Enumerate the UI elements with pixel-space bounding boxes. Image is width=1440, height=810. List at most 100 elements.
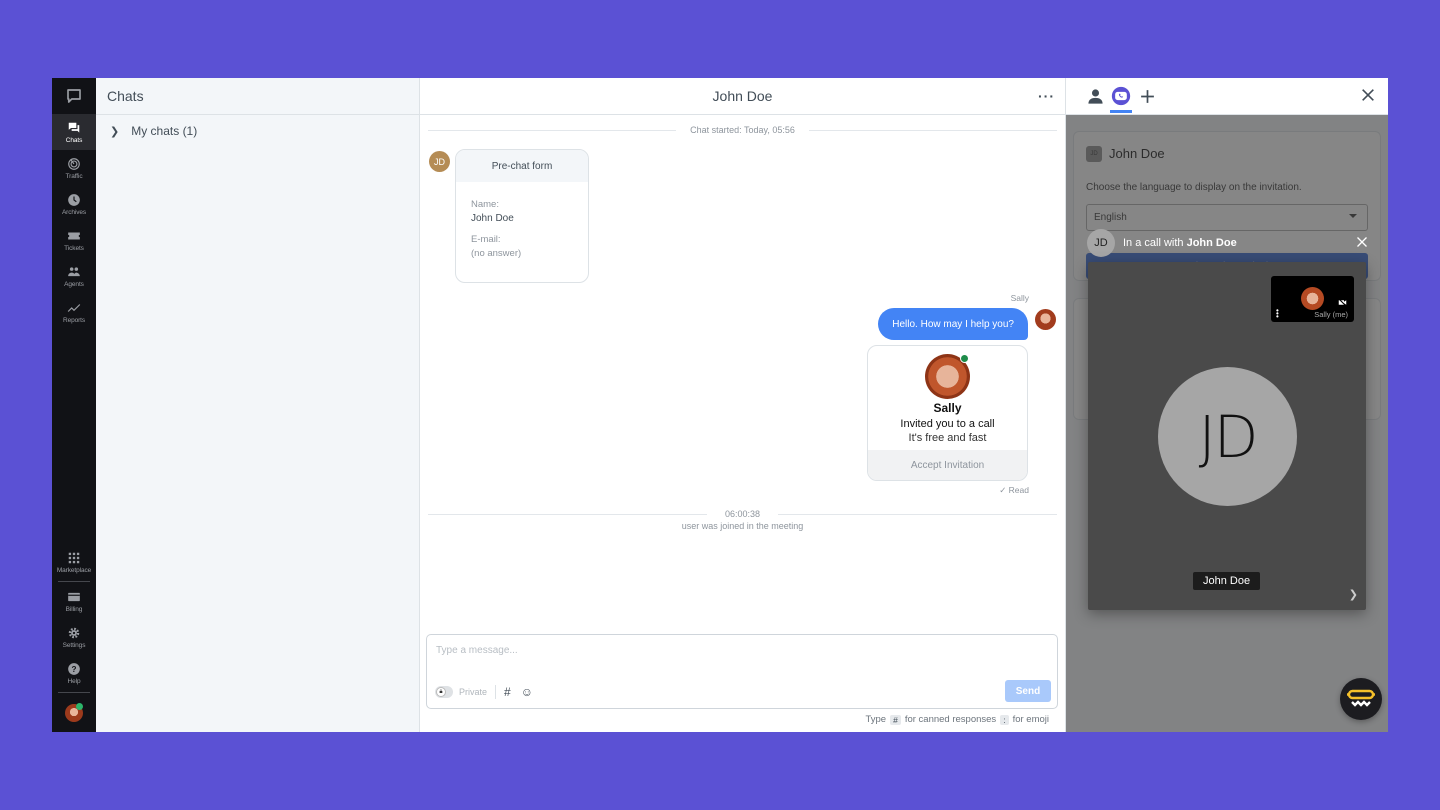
nav-label: Help: [67, 677, 81, 685]
widget-launcher-button[interactable]: [1340, 678, 1382, 720]
nav-item-tickets[interactable]: Tickets: [52, 222, 96, 258]
more-options-icon[interactable]: ···: [1038, 88, 1055, 104]
nav-item-billing[interactable]: Billing: [52, 583, 96, 619]
my-chats-label: My chats (1): [131, 124, 198, 138]
hotdog-logo-icon: [1347, 689, 1375, 707]
remote-participant-name: John Doe: [1193, 572, 1261, 590]
visitor-avatar: JD: [429, 151, 450, 172]
tab-add-app[interactable]: [1136, 85, 1158, 107]
chart-line-icon: [67, 303, 81, 312]
plus-icon: [1140, 89, 1154, 103]
chat-title: John Doe: [712, 88, 773, 104]
hash-icon[interactable]: #: [504, 685, 511, 699]
message-input[interactable]: Type a message...: [436, 645, 518, 656]
nav-item-agents[interactable]: Agents: [52, 258, 96, 294]
hint-text: for canned responses: [904, 714, 997, 725]
nav-label: Chats: [65, 136, 83, 144]
call-prefix: In a call with: [1123, 237, 1184, 249]
caller-avatar: JD: [1087, 229, 1115, 257]
remote-participant-avatar: JD: [1158, 367, 1297, 506]
chat-started-text: Chat started: Today, 05:56: [690, 125, 795, 135]
online-status-dot: [76, 703, 83, 710]
email-label: E-mail:: [471, 234, 501, 245]
hint-text: Type: [865, 714, 887, 725]
self-video-tile: • • • Sally (me): [1271, 276, 1354, 322]
nav-item-settings[interactable]: Settings: [52, 619, 96, 655]
accept-invitation-button[interactable]: Accept Invitation: [868, 450, 1027, 480]
name-label: Name:: [471, 199, 499, 210]
nav-label: Agents: [64, 280, 84, 288]
end-call-close-button[interactable]: [1356, 235, 1368, 253]
nav-bottom: Marketplace Billing Settings ? Help: [52, 544, 96, 732]
invite-text: Invited you to a call: [900, 418, 995, 430]
agents-icon: [68, 266, 80, 276]
person-icon: [1087, 88, 1103, 104]
nav-label: Tickets: [64, 244, 84, 252]
chats-icon: [68, 122, 80, 133]
nav-item-traffic[interactable]: Traffic: [52, 150, 96, 186]
email-value: (no answer): [471, 248, 522, 259]
nav-item-marketplace[interactable]: Marketplace: [52, 544, 96, 580]
close-icon: [1362, 89, 1374, 101]
self-label: Sally (me): [1314, 310, 1348, 319]
question-icon: ?: [68, 662, 80, 675]
ticket-icon: [68, 232, 80, 239]
chat-area: John Doe ··· Chat started: Today, 05:56 …: [420, 78, 1066, 732]
prechat-title: Pre-chat form: [456, 150, 588, 182]
event-time: 06:00:38: [724, 509, 761, 519]
chat-header: John Doe ···: [420, 78, 1065, 115]
hint-key: :: [1000, 714, 1009, 725]
call-status-bar: JD In a call with John Doe: [1087, 229, 1368, 257]
clock-icon: [68, 193, 80, 206]
private-label: Private: [459, 687, 488, 697]
nav-label: Traffic: [65, 172, 83, 180]
chevron-right-icon: ❯: [110, 125, 120, 138]
my-chats-group[interactable]: ❯ My chats (1): [96, 115, 419, 147]
nav-label: Billing: [65, 605, 83, 613]
nav-item-archives[interactable]: Archives: [52, 186, 96, 222]
video-call-window: • • • Sally (me) JD John Doe ❯: [1088, 262, 1366, 610]
tab-video-call[interactable]: [1110, 85, 1132, 113]
nav-label: Reports: [62, 316, 86, 324]
details-tabs: [1066, 78, 1388, 115]
agent-avatar[interactable]: [52, 694, 96, 732]
nav-label: Settings: [62, 641, 86, 649]
nav-item-help[interactable]: ? Help: [52, 655, 96, 691]
call-with-name: John Doe: [1186, 237, 1237, 249]
agent-message-avatar: [1035, 309, 1056, 330]
gear-icon: [68, 627, 80, 638]
call-status-text: In a call with John Doe: [1123, 237, 1237, 249]
emoji-icon[interactable]: ☺︎: [521, 685, 533, 699]
details-panel: JD John Doe Choose the language to displ…: [1066, 78, 1388, 732]
close-panel-button[interactable]: [1360, 87, 1376, 108]
hint-text: for emoji: [1012, 714, 1049, 725]
traffic-icon: [68, 157, 80, 170]
inviter-name: Sally: [933, 401, 962, 415]
nav-item-reports[interactable]: Reports: [52, 294, 96, 330]
left-nav: Chats Traffic Archives Tickets Agents Re…: [52, 78, 96, 732]
invite-subtext: It's free and fast: [908, 432, 987, 444]
hint-key: #: [890, 714, 901, 725]
close-icon: [1357, 237, 1367, 247]
self-photo: [1301, 287, 1324, 310]
agent-message-bubble: Hello. How may I help you?: [878, 308, 1028, 340]
nav-divider: [58, 581, 90, 582]
chevron-right-icon[interactable]: ❯: [1349, 588, 1358, 601]
sender-name: Sally: [1010, 293, 1029, 303]
private-toggle[interactable]: 🔒︎: [435, 686, 453, 698]
send-button[interactable]: Send: [1005, 680, 1051, 702]
app-window: Chats Traffic Archives Tickets Agents Re…: [52, 78, 1388, 732]
name-value: John Doe: [471, 213, 514, 224]
nav-item-chats[interactable]: Chats: [52, 114, 96, 150]
chats-title: Chats: [96, 78, 419, 115]
lock-icon: 🔒︎: [436, 687, 446, 697]
nav-label: Archives: [61, 208, 87, 216]
app-logo[interactable]: [52, 78, 96, 114]
event-text: user was joined in the meeting: [681, 521, 804, 531]
more-vertical-icon[interactable]: • • •: [1276, 307, 1279, 321]
card-icon: [68, 592, 80, 601]
tab-customer-info[interactable]: [1084, 85, 1106, 107]
meeting-event: 06:00:38 user was joined in the meeting: [428, 509, 1058, 531]
chat-bubble-logo-icon: [67, 89, 81, 103]
nav-divider: [58, 692, 90, 693]
